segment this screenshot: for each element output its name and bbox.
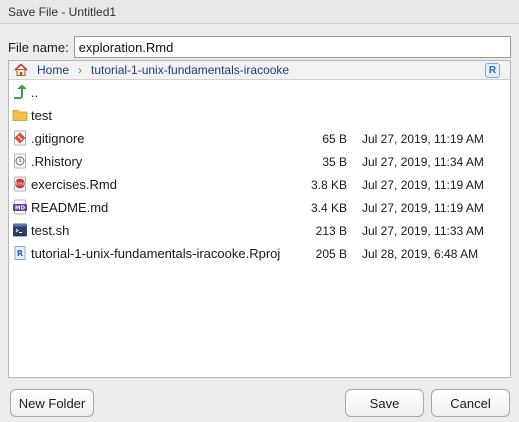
gitignore-icon [12, 130, 28, 146]
file-size: 3.8 KB [310, 177, 347, 192]
file-name: tutorial-1-unix-fundamentals-iracooke.Rp… [31, 246, 281, 261]
svg-text:Rmd: Rmd [14, 181, 26, 187]
filename-input[interactable] [73, 36, 511, 58]
new-folder-button[interactable]: New Folder [10, 389, 94, 417]
file-name: .gitignore [31, 131, 85, 146]
file-name: exercises.Rmd [31, 177, 117, 192]
file-row-exercises-rmd[interactable]: Rmd exercises.Rmd 3.8 KB Jul 27, 2019, 1… [9, 173, 510, 196]
rproj-file-icon: R [12, 245, 28, 261]
markdown-file-icon: MD [12, 199, 28, 215]
file-name: .. [31, 85, 39, 100]
shell-script-icon [12, 222, 28, 238]
file-name: test.sh [31, 223, 70, 238]
file-row-test-sh[interactable]: test.sh 213 B Jul 27, 2019, 11:33 AM [9, 219, 510, 242]
save-file-dialog: Save File - Untitled1 File name: Home › … [0, 0, 519, 422]
file-browser: Home › tutorial-1-unix-fundamentals-irac… [8, 60, 511, 378]
breadcrumb-separator: › [78, 63, 83, 77]
file-size: 205 B [315, 246, 347, 261]
file-name: test [31, 108, 52, 123]
file-modified: Jul 28, 2019, 6:48 AM [362, 246, 479, 261]
cancel-button[interactable]: Cancel [431, 389, 510, 417]
file-row-readme-md[interactable]: MD README.md 3.4 KB Jul 27, 2019, 11:19 … [9, 196, 510, 219]
folder-icon [12, 107, 28, 123]
file-modified: Jul 27, 2019, 11:19 AM [362, 131, 484, 146]
breadcrumb-home-link[interactable]: Home [37, 63, 69, 77]
file-modified: Jul 27, 2019, 11:33 AM [362, 223, 484, 238]
home-icon[interactable] [13, 62, 29, 78]
file-size: 3.4 KB [310, 200, 347, 215]
file-row-gitignore[interactable]: .gitignore 65 B Jul 27, 2019, 11:19 AM [9, 127, 510, 150]
file-list: .. test .gitignore 65 B Jul 27, 2019, 11… [9, 80, 510, 265]
file-modified: Jul 27, 2019, 11:19 AM [362, 177, 484, 192]
save-button[interactable]: Save [345, 389, 424, 417]
file-modified: Jul 27, 2019, 11:19 AM [362, 200, 484, 215]
file-size: 65 B [322, 131, 347, 146]
filename-row: File name: [8, 36, 511, 58]
file-size: 35 B [322, 154, 347, 169]
file-size: 213 B [315, 223, 347, 238]
parent-folder-icon [12, 84, 28, 100]
file-row-test-folder[interactable]: test [9, 104, 510, 127]
file-row-rproj[interactable]: R tutorial-1-unix-fundamentals-iracooke.… [9, 242, 510, 265]
file-name: README.md [31, 200, 109, 215]
rproject-icon[interactable]: R [485, 62, 500, 78]
file-modified: Jul 27, 2019, 11:34 AM [362, 154, 484, 169]
filename-label: File name: [8, 39, 69, 55]
breadcrumb-current-folder[interactable]: tutorial-1-unix-fundamentals-iracooke [91, 63, 289, 77]
file-row-rhistory[interactable]: .Rhistory 35 B Jul 27, 2019, 11:34 AM [9, 150, 510, 173]
svg-text:MD: MD [15, 205, 25, 211]
svg-text:R: R [17, 249, 23, 258]
history-icon [12, 153, 28, 169]
file-name: .Rhistory [31, 154, 83, 169]
breadcrumb: Home › tutorial-1-unix-fundamentals-irac… [9, 61, 510, 80]
rmd-file-icon: Rmd [12, 176, 28, 192]
window-title: Save File - Untitled1 [0, 0, 519, 24]
file-row-parent[interactable]: .. [9, 81, 510, 104]
